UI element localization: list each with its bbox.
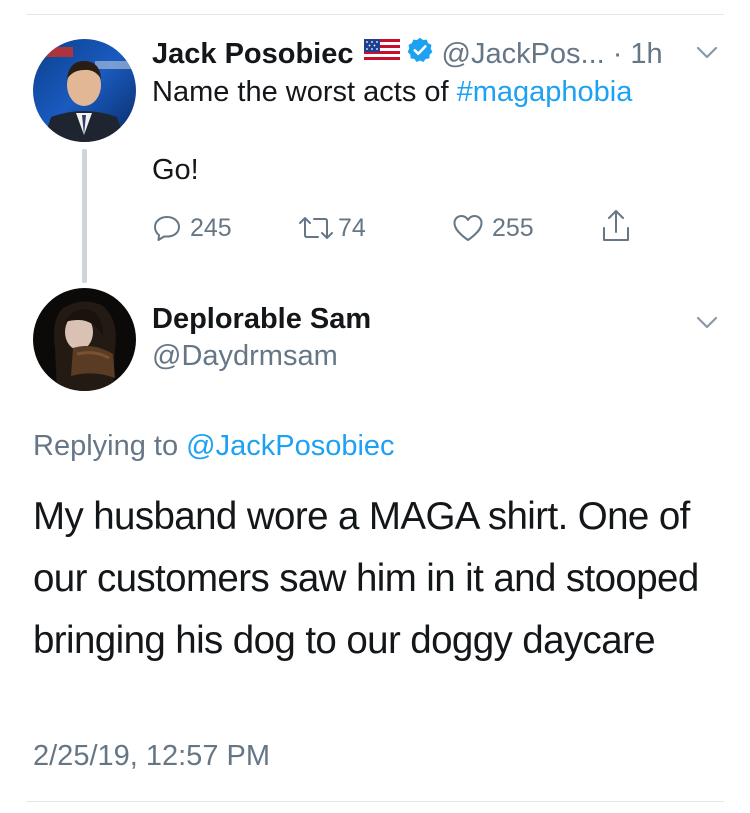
- bottom-divider: [26, 801, 724, 802]
- avatar-deplorable-sam[interactable]: [33, 288, 136, 391]
- share-icon: [600, 208, 632, 244]
- like-icon: [452, 213, 484, 243]
- tweet1-text: Name the worst acts of #magaphobia: [152, 76, 632, 109]
- tweet1-text-prefix: Name the worst acts of: [152, 76, 457, 108]
- tweet2-body: My husband wore a MAGA shirt. One of our…: [33, 495, 699, 662]
- like-count: 255: [492, 213, 534, 242]
- tweet1-time[interactable]: · 1h: [613, 38, 663, 71]
- tweet2-author-name[interactable]: Deplorable Sam: [152, 303, 371, 336]
- tweet1-handle[interactable]: @JackPos...: [442, 38, 605, 71]
- thread-connector-line: [82, 149, 87, 283]
- reply-icon: [152, 213, 182, 243]
- reply-button[interactable]: 245: [152, 208, 232, 248]
- avatar-jack-posobiec[interactable]: [33, 39, 136, 142]
- tweet1-text-line2: Go!: [152, 154, 199, 186]
- tweet1-author-name[interactable]: Jack Posobiec: [152, 38, 354, 71]
- replying-to-handle-link[interactable]: @JackPosobiec: [186, 430, 394, 462]
- hashtag-link[interactable]: #magaphobia: [457, 76, 633, 108]
- like-button[interactable]: 255: [452, 208, 534, 248]
- retweet-icon: [296, 214, 336, 242]
- tweet1-header: Jack Posobiec @JackPos... · 1h: [152, 36, 663, 72]
- chevron-down-icon[interactable]: [696, 316, 718, 335]
- replying-to-label: Replying to: [33, 430, 187, 462]
- verified-badge-icon: [406, 36, 434, 72]
- tweet2-timestamp[interactable]: 2/25/19, 12:57 PM: [33, 740, 270, 773]
- retweet-button[interactable]: 74: [296, 208, 366, 248]
- replying-to-line: Replying to @JackPosobiec: [33, 430, 395, 463]
- reply-count: 245: [190, 213, 232, 242]
- top-divider: [26, 14, 724, 15]
- share-button[interactable]: [600, 206, 632, 246]
- us-flag-icon: [363, 38, 400, 71]
- retweet-count: 74: [338, 213, 366, 242]
- tweet2-handle[interactable]: @Daydrmsam: [152, 340, 338, 373]
- chevron-down-icon[interactable]: [696, 46, 718, 65]
